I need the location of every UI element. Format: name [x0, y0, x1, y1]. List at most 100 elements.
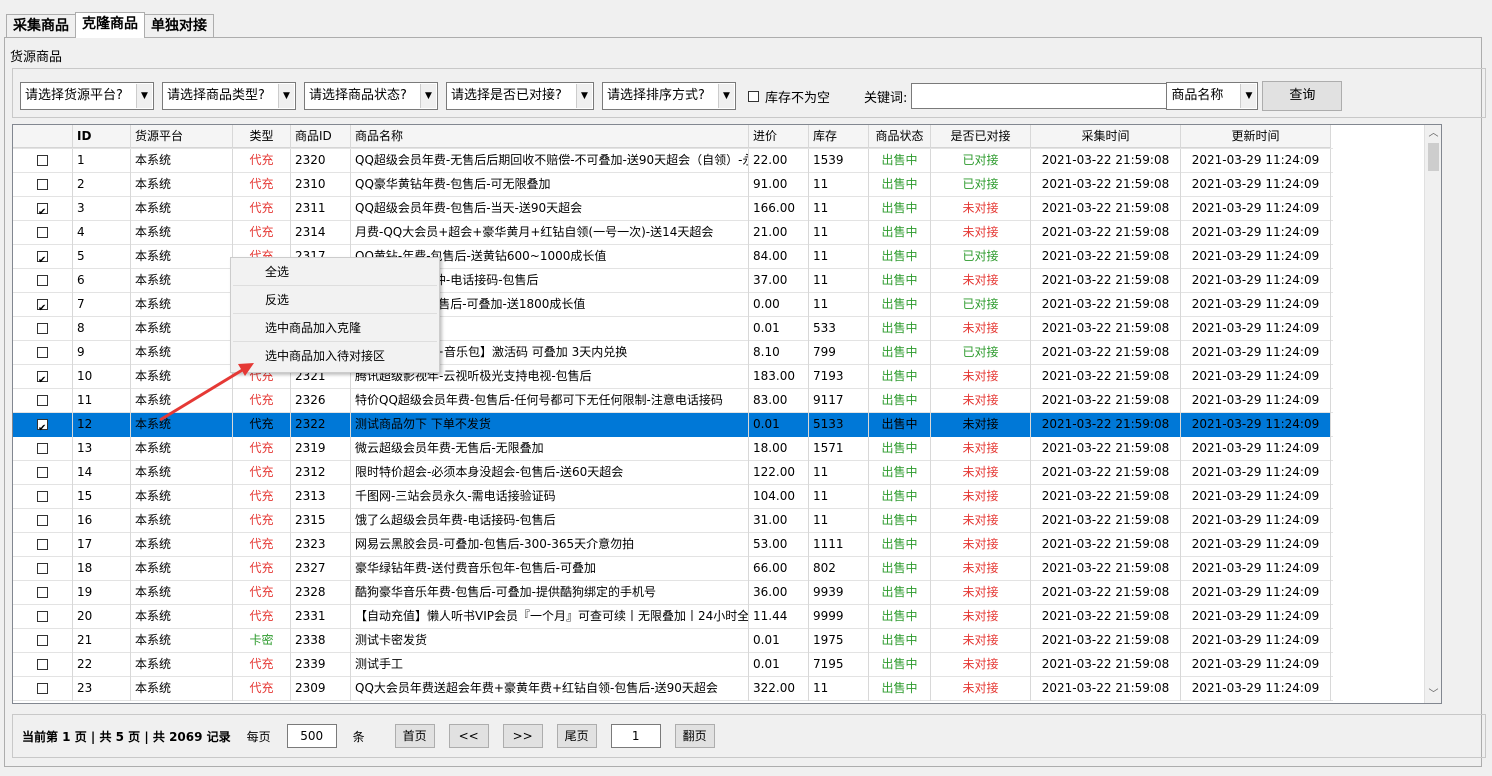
row-checkbox-cell[interactable]: [13, 365, 73, 389]
row-checkbox-cell[interactable]: [13, 173, 73, 197]
header-updated[interactable]: 更新时间: [1181, 125, 1331, 148]
row-checkbox-cell[interactable]: [13, 389, 73, 413]
row-checkbox-cell[interactable]: [13, 485, 73, 509]
type-select[interactable]: 请选择商品类型? ▼: [162, 82, 296, 110]
table-row[interactable]: 3本系统代充2311QQ超级会员年费-包售后-当天-送90天超会166.0011…: [13, 197, 1333, 221]
row-checkbox[interactable]: [37, 227, 48, 238]
row-checkbox[interactable]: [37, 417, 48, 437]
table-row[interactable]: 19 本系统 代充 2328 酷狗豪华音乐年费-包售后-可叠加-提供酷狗绑定的手机号 36…: [13, 581, 1333, 605]
header-created[interactable]: 采集时间: [1031, 125, 1181, 148]
row-checkbox-cell[interactable]: [13, 581, 73, 605]
row-checkbox[interactable]: [37, 587, 48, 598]
last-page-button[interactable]: 尾页: [556, 724, 597, 748]
row-checkbox[interactable]: [37, 275, 48, 286]
table-row[interactable]: 10本系统代充2321腾讯超级影视年-云视听极光支持电视-包售后183.0071…: [13, 365, 1333, 389]
table-row[interactable]: 15 本系统 代充 2313 千图网-三站会员永久-需电话接验证码 104.00 11 出售中…: [13, 485, 1333, 509]
row-checkbox-cell[interactable]: [13, 197, 73, 221]
table-row[interactable]: 8本系统代充2319测试商品0.01533出售中未对接2021-03-22 21…: [13, 317, 1333, 341]
row-checkbox-cell[interactable]: [13, 293, 73, 317]
row-checkbox[interactable]: [37, 201, 48, 221]
table-row[interactable]: 11 本系统 代充 2326 特价QQ超级会员年费-包售后-任何号都可下无任何限制-注意…: [13, 389, 1333, 413]
go-page-button[interactable]: 翻页: [674, 724, 715, 748]
table-row[interactable]: 16 本系统 代充 2315 饿了么超级会员年费-电话接码-包售后 31.00 11 出售中未…: [13, 509, 1333, 533]
menu-item-invert-selection[interactable]: 反选: [233, 286, 437, 314]
row-checkbox[interactable]: [37, 611, 48, 622]
menu-item-add-to-dock-queue[interactable]: 选中商品加入待对接区: [233, 342, 437, 370]
table-row[interactable]: 20 本系统 代充 2331 【自动充值】懒人听书VIP会员『一个月』可查可续丨无限叠加…: [13, 605, 1333, 629]
platform-select[interactable]: 请选择货源平台? ▼: [20, 82, 154, 110]
row-checkbox-cell[interactable]: [13, 677, 73, 701]
menu-item-add-to-clone[interactable]: 选中商品加入克隆: [233, 314, 437, 342]
row-checkbox[interactable]: [37, 539, 48, 550]
tab-collect[interactable]: 采集商品: [6, 14, 76, 38]
header-status[interactable]: 商品状态: [869, 125, 931, 148]
row-checkbox-cell[interactable]: [13, 509, 73, 533]
stock-not-empty-checkbox[interactable]: 库存不为空: [748, 87, 830, 106]
row-checkbox-cell[interactable]: [13, 245, 73, 269]
table-row[interactable]: 2 本系统 代充 2310 QQ豪华黄钻年费-包售后-可无限叠加 91.00 11 出售中 已对…: [13, 173, 1333, 197]
row-checkbox[interactable]: [37, 683, 48, 694]
row-checkbox[interactable]: [37, 491, 48, 502]
table-row[interactable]: 6本系统代充2316QQ黄钻年费直冲-电话接码-包售后37.0011出售中未对接…: [13, 269, 1333, 293]
table-row[interactable]: 23 本系统 代充 2309 QQ大会员年费送超会年费+豪黄年费+红钻自领-包售后-送9…: [13, 677, 1333, 701]
row-checkbox[interactable]: [37, 249, 48, 269]
row-checkbox-cell[interactable]: [13, 605, 73, 629]
scroll-down-icon[interactable]: ﹀: [1425, 686, 1441, 703]
tab-single-dock[interactable]: 单独对接: [144, 14, 214, 38]
row-checkbox[interactable]: [37, 443, 48, 454]
row-checkbox-cell[interactable]: [13, 269, 73, 293]
header-select[interactable]: [13, 125, 73, 148]
row-checkbox[interactable]: [37, 347, 48, 358]
table-row[interactable]: 22 本系统 代充 2339 测试手工 0.01 7195 出售中 未对接 2021-03-22 …: [13, 653, 1333, 677]
header-stock[interactable]: 库存: [809, 125, 869, 148]
row-checkbox-cell[interactable]: [13, 533, 73, 557]
table-row[interactable]: 9本系统代充2320【QQ音乐绿钻+音乐包】激活码 可叠加 3天内兑换8.107…: [13, 341, 1333, 365]
keyword-input[interactable]: [911, 83, 1168, 109]
row-checkbox-cell[interactable]: [13, 437, 73, 461]
docked-select[interactable]: 请选择是否已对接? ▼: [446, 82, 594, 110]
table-row[interactable]: 18 本系统 代充 2327 豪华绿钻年费-送付费音乐包年-包售后-可叠加 66.00 80…: [13, 557, 1333, 581]
row-checkbox[interactable]: [37, 179, 48, 190]
table-row[interactable]: 21 本系统 卡密 2338 测试卡密发货 0.01 1975 出售中 未对接 2021-03-2…: [13, 629, 1333, 653]
table-row[interactable]: 1 本系统 代充 2320 QQ超级会员年费-无售后后期回收不赔偿-不可叠加-送90天超…: [13, 149, 1333, 173]
table-row[interactable]: 12本系统代充2322测试商品勿下 下单不发货0.015133出售中未对接202…: [13, 413, 1333, 437]
table-row[interactable]: 5本系统代充2317QQ黄钻-年费-包售后-送黄钻600~1000成长值84.0…: [13, 245, 1333, 269]
vertical-scrollbar[interactable]: ︿ ﹀: [1424, 125, 1441, 703]
header-product-id[interactable]: 商品ID: [291, 125, 351, 148]
menu-item-select-all[interactable]: 全选: [233, 258, 437, 286]
sort-select[interactable]: 请选择排序方式? ▼: [602, 82, 736, 110]
page-number-input[interactable]: 1: [610, 724, 661, 748]
checkbox-box[interactable]: [748, 90, 759, 102]
scroll-up-icon[interactable]: ︿: [1425, 125, 1441, 142]
row-checkbox[interactable]: [37, 323, 48, 334]
row-checkbox[interactable]: [37, 659, 48, 670]
search-field-select[interactable]: 商品名称 ▼: [1166, 82, 1259, 110]
row-checkbox[interactable]: [37, 297, 48, 317]
table-row[interactable]: 13 本系统 代充 2319 微云超级会员年费-无售后-无限叠加 18.00 1571 出售中…: [13, 437, 1333, 461]
row-checkbox-cell[interactable]: [13, 341, 73, 365]
per-page-input[interactable]: 500: [286, 724, 337, 748]
row-checkbox-cell[interactable]: [13, 629, 73, 653]
row-checkbox-cell[interactable]: [13, 317, 73, 341]
row-checkbox[interactable]: [37, 155, 48, 166]
tab-clone[interactable]: 克隆商品: [75, 12, 145, 38]
row-checkbox-cell[interactable]: [13, 221, 73, 245]
status-select[interactable]: 请选择商品状态? ▼: [304, 82, 438, 110]
header-id[interactable]: ID: [73, 125, 131, 148]
row-checkbox[interactable]: [37, 369, 48, 389]
row-checkbox-cell[interactable]: [13, 653, 73, 677]
header-price[interactable]: 进价: [749, 125, 809, 148]
table-row[interactable]: 4 本系统 代充 2314 月费-QQ大会员+超会+豪华黄月+红钻自领(一号一次)-送1…: [13, 221, 1333, 245]
table-row[interactable]: 17 本系统 代充 2323 网易云黑胶会员-可叠加-包售后-300-365天介意勿拍 5…: [13, 533, 1333, 557]
header-product-name[interactable]: 商品名称: [351, 125, 749, 148]
row-checkbox-cell[interactable]: [13, 557, 73, 581]
row-checkbox-cell[interactable]: [13, 149, 73, 173]
header-type[interactable]: 类型: [233, 125, 291, 148]
header-docked[interactable]: 是否已对接: [931, 125, 1031, 148]
table-row[interactable]: 14 本系统 代充 2312 限时特价超会-必须本身没超会-包售后-送60天超会 122.…: [13, 461, 1333, 485]
scroll-thumb[interactable]: [1428, 143, 1439, 171]
row-checkbox[interactable]: [37, 515, 48, 526]
row-checkbox-cell[interactable]: [13, 413, 73, 437]
prev-page-button[interactable]: <<: [448, 724, 489, 748]
header-platform[interactable]: 货源平台: [131, 125, 233, 148]
